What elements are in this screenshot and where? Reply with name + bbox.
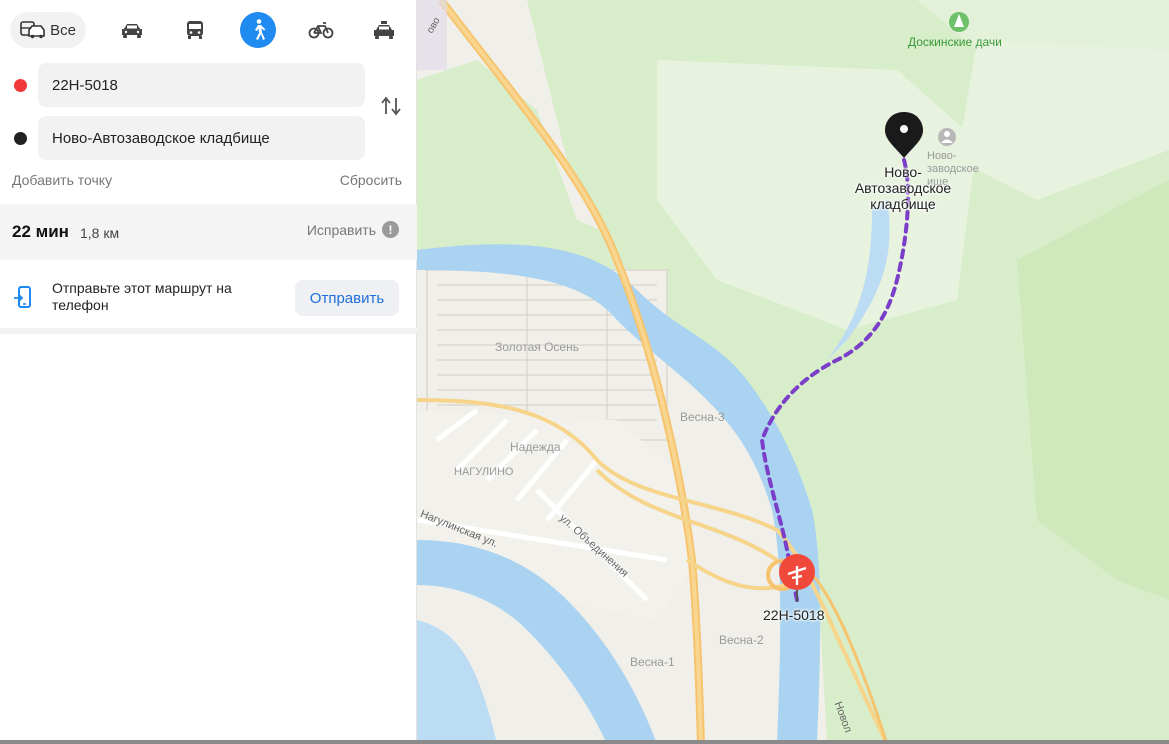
route-panel: Все 22Н-5018 Ново-Автозаводское кладбище… [0, 0, 417, 744]
mode-transit-button[interactable] [177, 12, 213, 48]
map-label-vesna2: Весна-2 [719, 633, 764, 647]
bus-icon [184, 19, 206, 41]
fix-route-label: Исправить [306, 221, 376, 238]
car-bus-icon [20, 20, 46, 40]
exclamation-icon: ! [382, 221, 399, 238]
map-label-zolotaya-osen: Золотая Осень [495, 340, 579, 354]
route-point-from [0, 63, 417, 107]
mode-bike-button[interactable] [303, 12, 339, 48]
route-summary[interactable]: 22 мин 1,8 км Исправить ! [0, 204, 417, 260]
to-input[interactable] [38, 116, 365, 160]
phone-icon [13, 286, 35, 315]
mode-all-button[interactable]: Все [10, 12, 86, 48]
reset-link[interactable]: Сбросить [340, 172, 402, 188]
pedestrian-icon [248, 18, 268, 42]
route-actions: Добавить точку Сбросить [12, 172, 402, 192]
send-to-phone-text: Отправьте этот маршрут на телефон [52, 280, 232, 313]
transport-mode-selector: Все [10, 12, 410, 48]
start-point-dot [14, 79, 27, 92]
map-label-nadezhda: Надежда [510, 440, 561, 454]
map-label-dachi: Доскинские дачи [908, 35, 1002, 49]
bicycle-icon [308, 21, 334, 39]
bottom-edge [0, 740, 1169, 744]
mode-taxi-button[interactable] [366, 12, 402, 48]
send-to-phone: Отправьте этот маршрут на телефон Отправ… [0, 262, 417, 334]
destination-label: Ново- Автозаводское кладбище [854, 164, 952, 212]
send-button[interactable]: Отправить [295, 280, 399, 316]
map-base-layer [417, 0, 1169, 744]
end-point-dot [14, 132, 27, 145]
map-label-vesna1: Весна-1 [630, 655, 675, 669]
car-icon [120, 21, 144, 39]
add-point-link[interactable]: Добавить точку [12, 172, 112, 188]
swap-arrows-icon [380, 96, 402, 121]
taxi-icon [372, 20, 396, 40]
route-distance: 1,8 км [80, 225, 120, 241]
map-view[interactable]: Доскинские дачи Золотая Осень Весна-3 На… [417, 0, 1169, 744]
mode-walk-button[interactable] [240, 12, 276, 48]
mode-all-label: Все [50, 21, 76, 39]
mode-car-button[interactable] [114, 12, 150, 48]
from-input[interactable] [38, 63, 365, 107]
app: Все 22Н-5018 Ново-Автозаводское кладбище… [0, 0, 1169, 744]
swap-points-button[interactable] [378, 95, 404, 121]
route-time: 22 мин [12, 222, 69, 241]
route-point-to [0, 116, 417, 160]
map-label-vesna3: Весна-3 [680, 410, 725, 424]
start-label: 22Н-5018 [763, 607, 825, 623]
fix-route-link[interactable]: Исправить ! [307, 221, 399, 238]
map-label-nagulino: НАГУЛИНО [454, 466, 514, 478]
